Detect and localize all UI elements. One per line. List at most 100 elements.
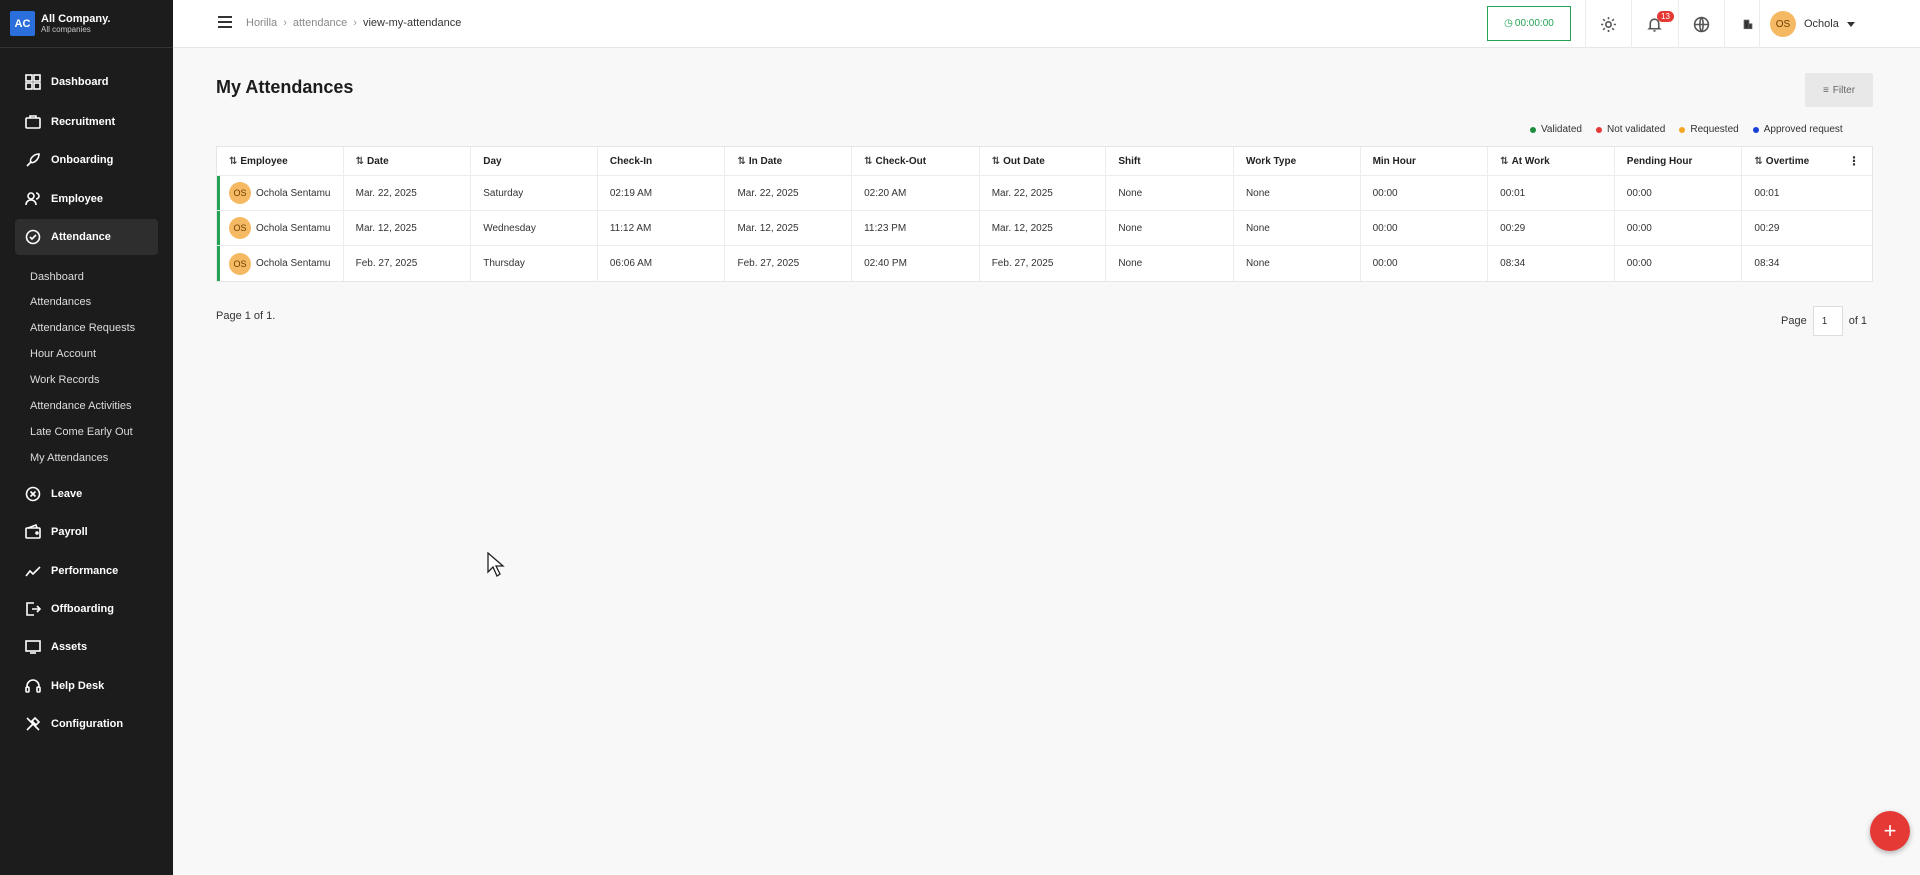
- legend-requested[interactable]: Requested: [1679, 124, 1739, 135]
- table-row[interactable]: OS Ochola Sentamu Mar. 12, 2025 Wednesday…: [217, 211, 1872, 246]
- cell-check-out: 02:20 AM: [852, 176, 980, 210]
- legend-not-validated[interactable]: Not validated: [1595, 124, 1666, 135]
- user-menu[interactable]: OS Ochola: [1759, 0, 1855, 48]
- column-header-in-date[interactable]: ⇅ In Date: [725, 147, 853, 175]
- cell-check-out: 11:23 PM: [852, 211, 980, 245]
- sub-item-attendance-activities[interactable]: Attendance Activities: [30, 400, 132, 412]
- sidebar-item-performance[interactable]: Performance: [15, 553, 158, 589]
- assets-icon: [25, 640, 41, 654]
- sidebar-item-payroll[interactable]: Payroll: [15, 514, 158, 550]
- header-label: Overtime: [1765, 155, 1810, 167]
- header-label: Day: [483, 155, 502, 167]
- add-button[interactable]: +: [1870, 811, 1910, 851]
- sub-item-hour-account[interactable]: Hour Account: [30, 348, 96, 360]
- company-logo: AC: [10, 11, 35, 36]
- sidebar-item-label: Leave: [51, 488, 83, 500]
- filter-icon: ≡: [1822, 84, 1829, 96]
- column-header-employee[interactable]: ⇅ Employee: [217, 147, 344, 175]
- page-number-input[interactable]: 1: [1812, 306, 1843, 336]
- column-header-date[interactable]: ⇅ Date: [344, 147, 472, 175]
- column-header-day: Day: [471, 147, 598, 175]
- gear-icon: [1601, 16, 1616, 32]
- sidebar-item-label: Dashboard: [51, 76, 109, 88]
- chevron-down-icon: [1846, 21, 1855, 27]
- cell-min-hour: 00:00: [1361, 246, 1489, 281]
- sidebar-item-help-desk[interactable]: Help Desk: [15, 668, 158, 704]
- filter-button[interactable]: ≡ Filter: [1805, 73, 1873, 107]
- recruitment-icon: [25, 115, 41, 129]
- performance-icon: [25, 566, 41, 577]
- company-switcher[interactable]: AC All Company. All companies: [10, 11, 110, 36]
- settings-button[interactable]: [1585, 0, 1631, 48]
- avatar: OS: [1770, 11, 1796, 37]
- sidebar-item-leave[interactable]: Leave: [15, 476, 158, 512]
- column-header-pending-hour: Pending Hour: [1615, 147, 1743, 175]
- cell-check-in: 06:06 AM: [598, 246, 726, 281]
- column-header-min-hour: Min Hour: [1361, 147, 1489, 175]
- sub-item-attendances[interactable]: Attendances: [30, 296, 91, 308]
- sort-icon: ⇅: [355, 155, 365, 167]
- header-label: Min Hour: [1372, 155, 1416, 167]
- page-info: Page 1 of 1.: [216, 310, 276, 322]
- sidebar-item-attendance[interactable]: Attendance: [15, 219, 158, 255]
- column-header-at-work[interactable]: ⇅ At Work: [1488, 147, 1615, 175]
- sub-item-my-attendances[interactable]: My Attendances: [30, 452, 108, 464]
- sidebar-item-recruitment[interactable]: Recruitment: [15, 104, 158, 140]
- legend-validated[interactable]: Validated: [1530, 124, 1582, 135]
- sidebar-item-offboarding[interactable]: Offboarding: [15, 591, 158, 627]
- filter-label: Filter: [1832, 84, 1856, 96]
- sidebar-item-label: Employee: [51, 193, 103, 205]
- sub-item-attendance-requests[interactable]: Attendance Requests: [30, 322, 135, 334]
- column-header-overtime[interactable]: ⇅ Overtime ⋮: [1742, 147, 1872, 175]
- table-row[interactable]: OS Ochola Sentamu Feb. 27, 2025 Thursday …: [217, 246, 1872, 281]
- sidebar-item-assets[interactable]: Assets: [15, 629, 158, 665]
- cell-work-type: None: [1234, 176, 1361, 210]
- sidebar-item-label: Onboarding: [51, 154, 114, 166]
- legend-approved-request[interactable]: Approved request: [1752, 124, 1843, 135]
- breadcrumb-separator-icon: ›: [283, 17, 287, 29]
- table-row[interactable]: OS Ochola Sentamu Mar. 22, 2025 Saturday …: [217, 176, 1872, 211]
- notifications-button[interactable]: 13: [1631, 0, 1677, 48]
- sub-item-late-come-early-out[interactable]: Late Come Early Out: [30, 426, 133, 438]
- menu-icon[interactable]: [218, 16, 232, 28]
- legend-label: Approved request: [1763, 124, 1843, 135]
- helpdesk-icon: [25, 679, 41, 693]
- column-header-out-date[interactable]: ⇅ Out Date: [980, 147, 1107, 175]
- header-label: At Work: [1511, 155, 1550, 167]
- more-options-icon[interactable]: ⋮: [1848, 154, 1860, 168]
- sidebar-item-label: Assets: [51, 641, 88, 653]
- topbar: Horilla › attendance › view-my-attendanc…: [173, 0, 1920, 48]
- sidebar-item-employee[interactable]: Employee: [15, 181, 158, 217]
- header-label: In Date: [748, 155, 783, 167]
- header-label: Work Type: [1245, 155, 1297, 167]
- avatar: OS: [229, 217, 251, 239]
- sidebar-item-configuration[interactable]: Configuration: [15, 706, 158, 742]
- sub-item-work-records[interactable]: Work Records: [30, 374, 99, 386]
- cell-overtime: 00:29: [1754, 222, 1780, 234]
- sidebar-item-onboarding[interactable]: Onboarding: [15, 142, 158, 178]
- dashboard-icon: [25, 74, 41, 90]
- sidebar-item-label: Performance: [51, 565, 119, 577]
- cell-work-type: None: [1234, 211, 1361, 245]
- offboarding-icon: [26, 602, 41, 616]
- sub-item-dashboard[interactable]: Dashboard: [30, 271, 84, 283]
- language-button[interactable]: [1678, 0, 1724, 48]
- sidebar-item-dashboard[interactable]: Dashboard: [15, 64, 158, 100]
- legend-label: Requested: [1690, 124, 1739, 135]
- breadcrumb-item[interactable]: Horilla: [246, 17, 277, 29]
- cell-in-date: Feb. 27, 2025: [725, 246, 853, 281]
- breadcrumb-current: view-my-attendance: [362, 17, 462, 29]
- column-header-check-out[interactable]: ⇅ Check-Out: [852, 147, 980, 175]
- cell-check-in: 02:19 AM: [598, 176, 726, 210]
- sort-icon: ⇅: [1500, 155, 1509, 167]
- cell-at-work: 00:29: [1488, 211, 1615, 245]
- configuration-icon: [26, 716, 41, 731]
- globe-icon: [1693, 16, 1710, 32]
- header-label: Employee: [240, 155, 288, 167]
- cell-shift: None: [1106, 246, 1234, 281]
- cell-employee: OS Ochola Sentamu: [217, 211, 344, 245]
- clock-in-button[interactable]: ◷ 00:00:00: [1487, 6, 1571, 41]
- legend-label: Not validated: [1606, 124, 1666, 135]
- sort-icon: ⇅: [864, 155, 873, 167]
- breadcrumb-item[interactable]: attendance: [293, 17, 347, 29]
